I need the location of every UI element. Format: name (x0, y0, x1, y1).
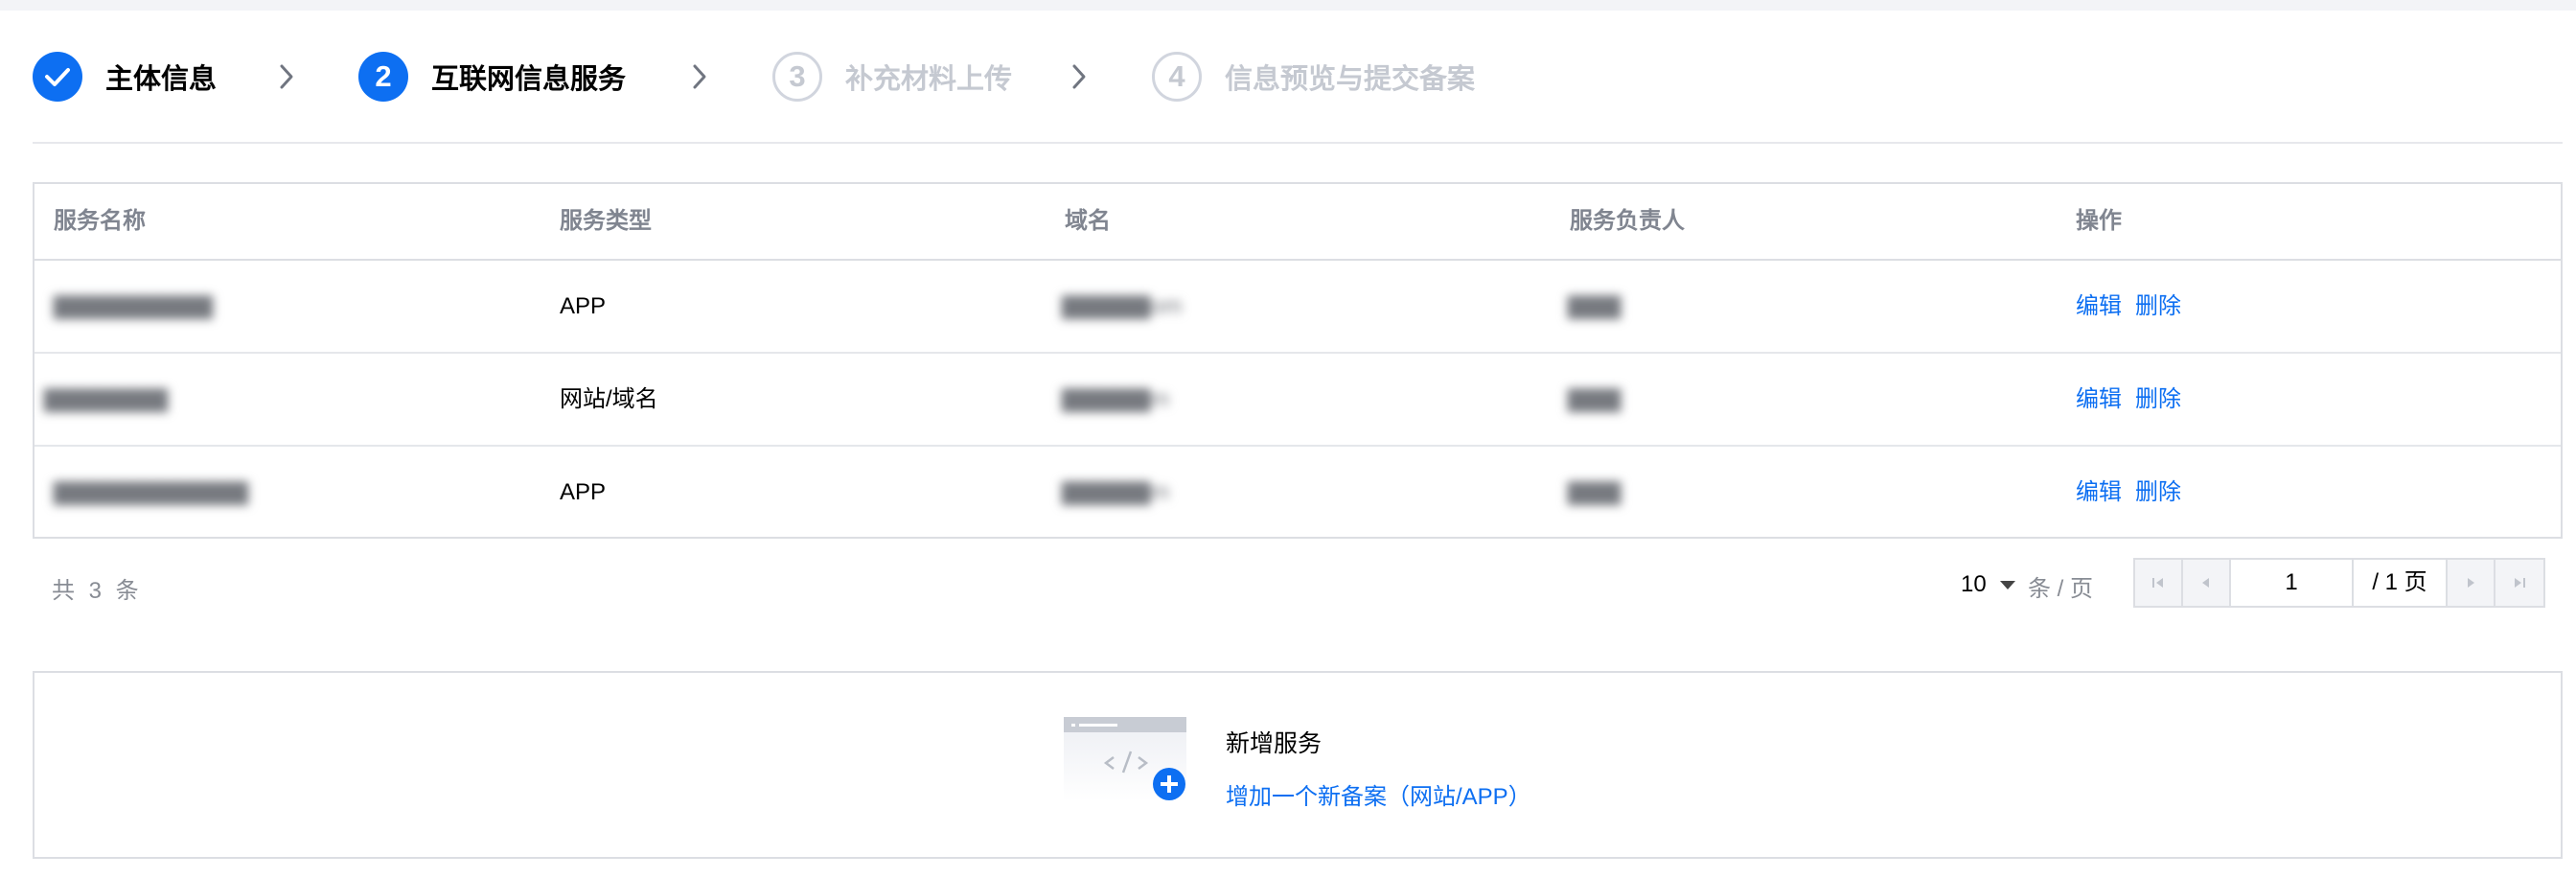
masked-text: ▇▇▇▇▇om (1062, 293, 1183, 319)
owner-cell: ▇▇▇ (1568, 447, 1621, 538)
page-number-input[interactable]: 1 (2231, 560, 2354, 606)
domain-cell: ▇▇▇▇▇m (1062, 447, 1169, 538)
masked-text: ▇▇▇ (1568, 479, 1622, 505)
service-type-cell: 网站/域名 (560, 386, 658, 412)
step-2[interactable]: 2 互联网信息服务 (358, 50, 626, 104)
step-number-circle: 3 (772, 52, 822, 102)
table-row: ▇▇▇▇▇▇▇ 网站/域名 ▇▇▇▇▇m ▇▇▇ 编辑 删除 (34, 354, 2561, 447)
step-1[interactable]: 主体信息 (33, 50, 217, 104)
domain-cell: ▇▇▇▇▇om (1062, 261, 1183, 352)
total-count: 共 3 条 (52, 578, 143, 604)
masked-text: ▇▇▇▇▇▇▇▇▇ (54, 293, 214, 319)
actions-cell: 编辑 删除 (2076, 354, 2181, 445)
owner-cell: ▇▇▇ (1568, 354, 1621, 445)
add-circle-icon (1153, 768, 1185, 800)
next-page-icon (2468, 578, 2474, 588)
actions-cell: 编辑 删除 (2076, 261, 2181, 352)
stepper-divider (33, 142, 2563, 144)
column-header-owner: 服务负责人 (1570, 208, 1685, 234)
prev-page-icon (2202, 578, 2209, 588)
per-page-label: 条 / 页 (2028, 576, 2094, 602)
owner-cell: ▇▇▇ (1568, 261, 1621, 352)
total-pages: / 1 页 (2354, 560, 2448, 606)
service-name-cell: ▇▇▇▇▇▇▇▇▇▇▇ (54, 447, 248, 538)
step-3[interactable]: 3 补充材料上传 (772, 50, 1012, 104)
table-row: ▇▇▇▇▇▇▇▇▇ APP ▇▇▇▇▇om ▇▇▇ 编辑 删除 (34, 261, 2561, 354)
service-type-cell: APP (560, 293, 607, 319)
actions-cell: 编辑 删除 (2076, 447, 2181, 538)
edit-link[interactable]: 编辑 (2076, 479, 2122, 505)
column-header-actions: 操作 (2076, 208, 2122, 234)
add-service-title: 新增服务 (1226, 730, 1322, 757)
next-page-button[interactable] (2448, 560, 2496, 606)
step-label: 主体信息 (105, 64, 218, 95)
top-bar (0, 0, 2576, 11)
step-label: 信息预览与提交备案 (1225, 64, 1476, 95)
step-label: 互联网信息服务 (431, 64, 627, 95)
column-header-type: 服务类型 (560, 208, 652, 234)
edit-link[interactable]: 编辑 (2076, 293, 2122, 319)
column-header-name: 服务名称 (54, 208, 146, 234)
edit-link[interactable]: 编辑 (2076, 386, 2122, 412)
code-window-icon (1064, 717, 1186, 801)
chevron-right-icon (693, 64, 706, 89)
service-name-cell: ▇▇▇▇▇▇▇ (44, 354, 168, 445)
first-page-button[interactable] (2135, 560, 2183, 606)
caret-down-icon (1999, 580, 2015, 589)
add-service-card (33, 671, 2563, 859)
pagination: 1 / 1 页 (2133, 558, 2545, 608)
step-done-circle (33, 52, 82, 102)
service-table: 服务名称 服务类型 域名 服务负责人 操作 ▇▇▇▇▇▇▇▇▇ APP ▇▇▇▇… (33, 182, 2563, 539)
service-name-cell: ▇▇▇▇▇▇▇▇▇ (54, 261, 213, 352)
delete-link[interactable]: 删除 (2135, 293, 2181, 319)
masked-text: ▇▇▇▇▇▇▇ (44, 386, 169, 412)
step-number-circle: 4 (1152, 52, 1202, 102)
masked-text: ▇▇▇▇▇▇▇▇▇▇▇ (54, 479, 249, 505)
masked-text: ▇▇▇▇▇m (1062, 479, 1170, 505)
step-4[interactable]: 4 信息预览与提交备案 (1152, 50, 1475, 104)
prev-page-button[interactable] (2183, 560, 2231, 606)
check-icon (45, 68, 70, 86)
add-service-link[interactable]: 增加一个新备案（网站/APP） (1226, 777, 1531, 811)
masked-text: ▇▇▇ (1568, 386, 1622, 412)
page-size-select[interactable]: 10 (1961, 567, 2015, 602)
service-type-cell: APP (560, 479, 607, 505)
step-label: 补充材料上传 (845, 64, 1013, 95)
last-page-button[interactable] (2496, 560, 2543, 606)
table-header: 服务名称 服务类型 域名 服务负责人 操作 (34, 184, 2561, 261)
first-page-icon (2152, 578, 2163, 588)
delete-link[interactable]: 删除 (2135, 386, 2181, 412)
masked-text: ▇▇▇ (1568, 293, 1622, 319)
chevron-right-icon (280, 64, 293, 89)
page-size-value: 10 (1961, 571, 1987, 597)
step-number-circle: 2 (358, 52, 408, 102)
table-row: ▇▇▇▇▇▇▇▇▇▇▇ APP ▇▇▇▇▇m ▇▇▇ 编辑 删除 (34, 447, 2561, 540)
domain-cell: ▇▇▇▇▇m (1062, 354, 1169, 445)
chevron-right-icon (1072, 64, 1086, 89)
last-page-icon (2515, 578, 2525, 588)
masked-text: ▇▇▇▇▇m (1062, 386, 1170, 412)
delete-link[interactable]: 删除 (2135, 479, 2181, 505)
column-header-domain: 域名 (1065, 208, 1111, 234)
